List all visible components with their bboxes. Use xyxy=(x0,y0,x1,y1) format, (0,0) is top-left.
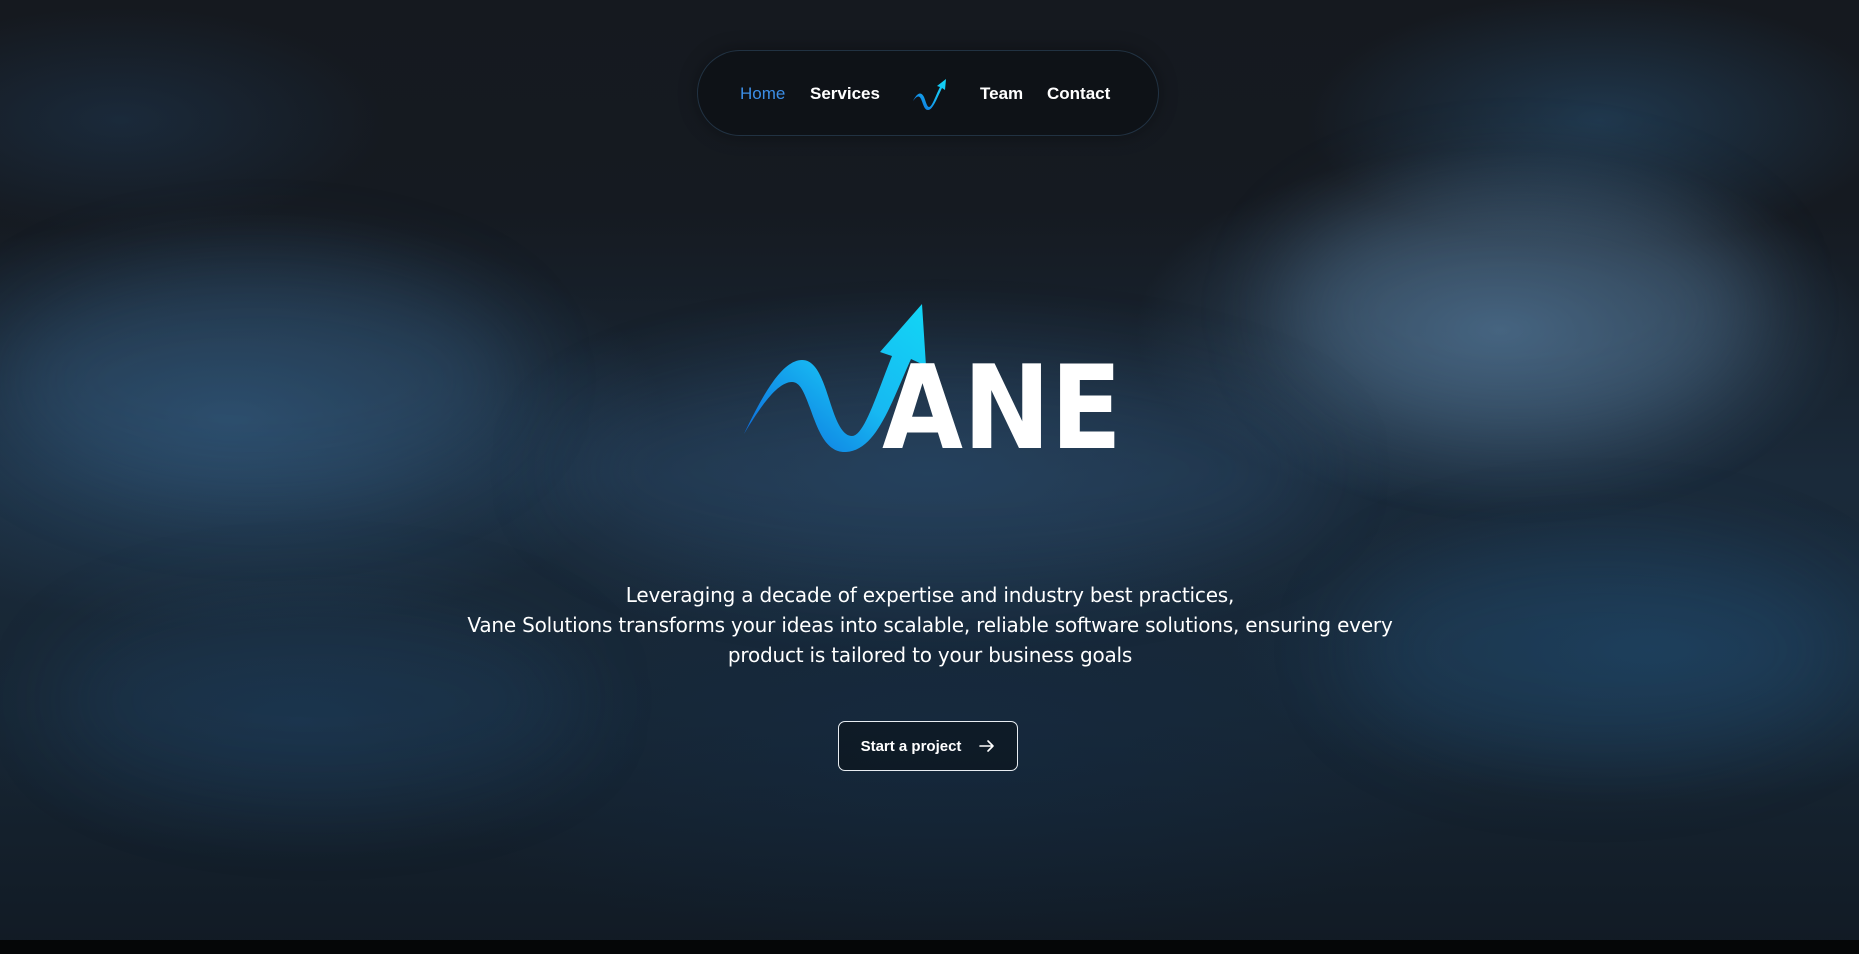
nav-link-team[interactable]: Team xyxy=(980,51,1023,137)
nav-link-services[interactable]: Services xyxy=(810,51,880,137)
tagline-line: Leveraging a decade of expertise and ind… xyxy=(625,583,1235,607)
brand-logo-text: ANE xyxy=(882,341,1122,455)
brand-logo: ANE xyxy=(740,300,1130,455)
nav-link-contact[interactable]: Contact xyxy=(1047,51,1110,137)
tagline-line: product is tailored to your business goa… xyxy=(727,643,1133,667)
hero-tagline: Leveraging a decade of expertise and ind… xyxy=(380,580,1480,670)
smoke-haze xyxy=(0,260,520,500)
top-navigation: Home Services Team Contact xyxy=(697,50,1159,136)
vane-arrow-icon[interactable] xyxy=(911,77,949,111)
smoke-haze xyxy=(1280,180,1760,440)
arrow-right-icon xyxy=(979,739,995,753)
tagline-line: Vane Solutions transforms your ideas int… xyxy=(467,613,1393,637)
hero-section xyxy=(0,0,1859,954)
start-project-label: Start a project xyxy=(860,737,962,755)
start-project-button[interactable]: Start a project xyxy=(838,721,1018,771)
bottom-edge xyxy=(0,940,1859,954)
nav-link-home[interactable]: Home xyxy=(740,51,785,137)
